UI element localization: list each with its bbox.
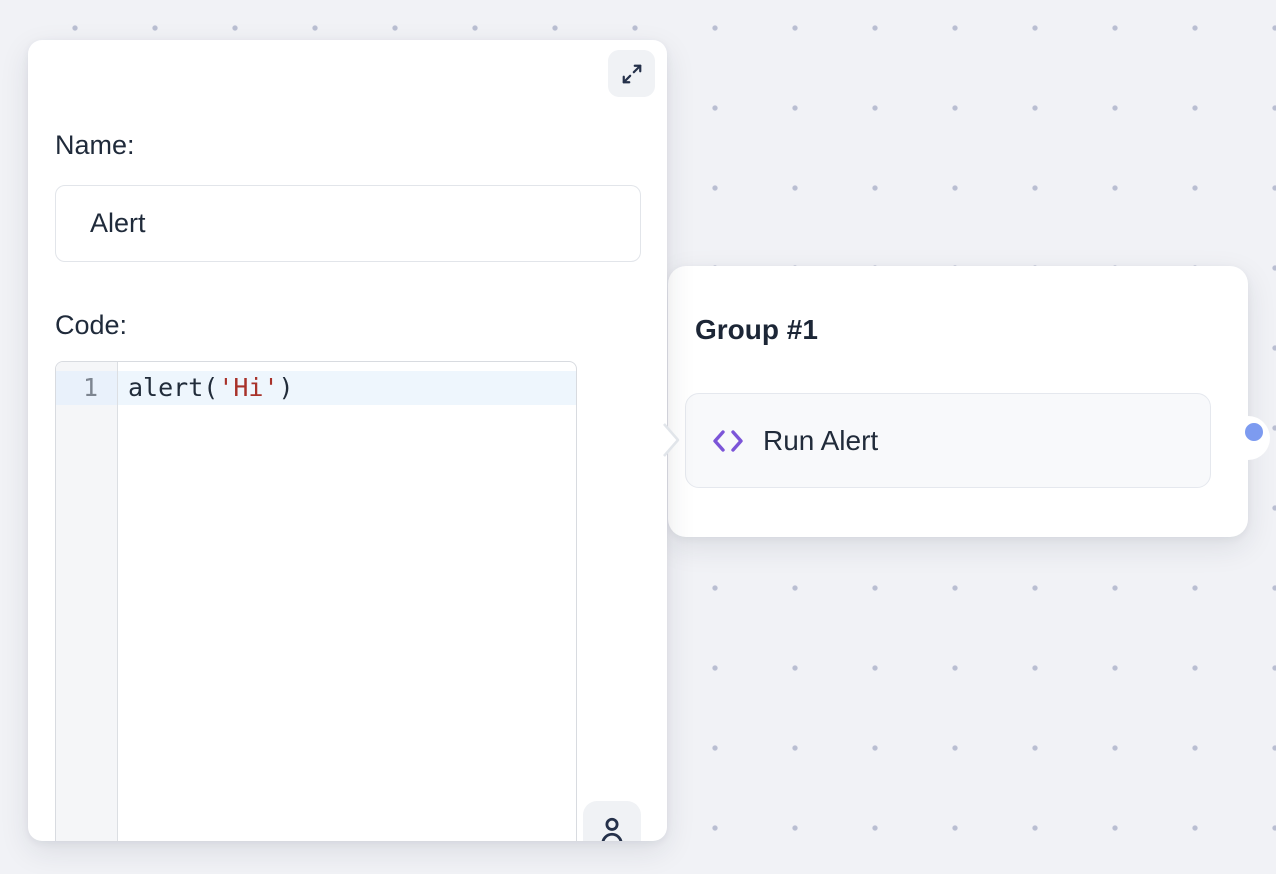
name-input[interactable] (55, 185, 641, 262)
group-title: Group #1 (695, 314, 818, 346)
code-token-close: ) (279, 373, 294, 402)
expand-icon (621, 63, 643, 85)
group-node-card[interactable]: Group #1 Run Alert (668, 266, 1248, 537)
flow-canvas[interactable]: Name: Code: 1 alert('Hi') Group #1 (0, 0, 1276, 874)
code-editor-gutter: 1 (56, 362, 118, 841)
node-properties-panel: Name: Code: 1 alert('Hi') (28, 40, 667, 841)
code-editor[interactable]: 1 alert('Hi') (55, 361, 577, 841)
expand-button[interactable] (608, 50, 655, 97)
code-token-string: 'Hi' (218, 373, 278, 402)
node-label: Run Alert (763, 425, 878, 457)
output-connection-handle[interactable] (1245, 423, 1263, 441)
code-editor-content[interactable]: alert('Hi') (118, 362, 576, 841)
line-number: 1 (56, 371, 117, 405)
code-line: alert('Hi') (118, 371, 576, 405)
code-label: Code: (55, 310, 127, 341)
code-icon (711, 428, 745, 454)
code-token-function: alert( (128, 373, 218, 402)
name-label: Name: (55, 130, 135, 161)
run-alert-node[interactable]: Run Alert (685, 393, 1211, 488)
connector-chevron-icon (660, 420, 684, 460)
user-icon (595, 813, 629, 841)
user-button[interactable] (583, 801, 641, 841)
